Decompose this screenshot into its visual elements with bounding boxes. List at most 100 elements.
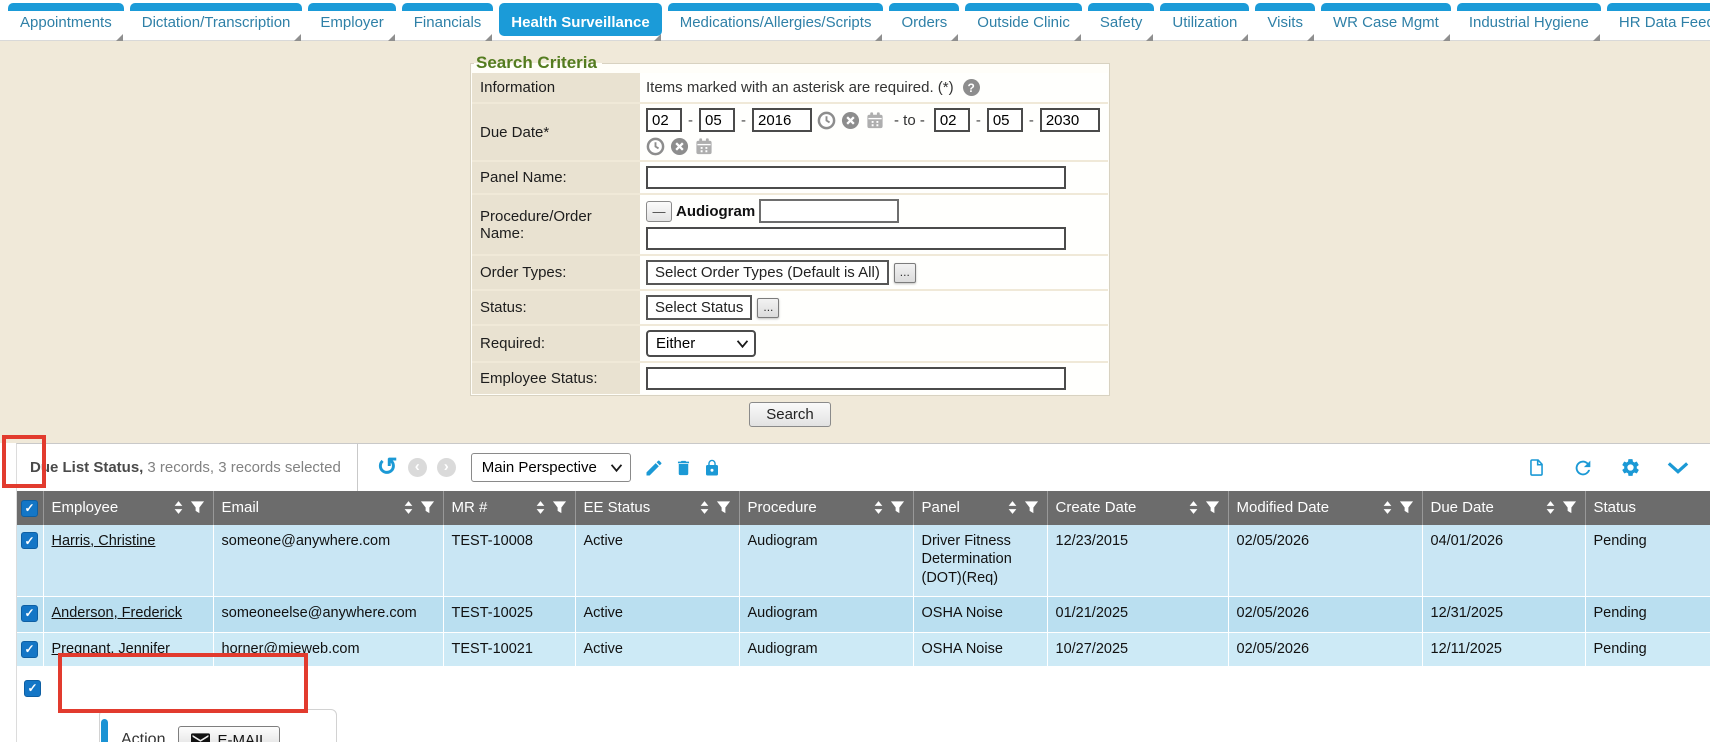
column-header-mr[interactable]: MR # bbox=[443, 491, 575, 525]
sort-icon[interactable] bbox=[699, 500, 710, 515]
tab-menu-fold-icon bbox=[294, 34, 301, 41]
tab-financials[interactable]: Financials bbox=[402, 3, 494, 36]
due-date-to-day-input[interactable] bbox=[987, 108, 1023, 132]
collapse-chevron-icon[interactable] bbox=[1667, 461, 1689, 475]
new-document-icon[interactable] bbox=[1527, 457, 1546, 478]
tab-employer[interactable]: Employer bbox=[308, 3, 395, 36]
gear-icon[interactable] bbox=[1620, 457, 1641, 478]
employee-link[interactable]: Harris, Christine bbox=[52, 533, 156, 549]
due-date-from-year-input[interactable] bbox=[752, 108, 812, 132]
tab-visits[interactable]: Visits bbox=[1255, 3, 1315, 36]
column-header-modified-date[interactable]: Modified Date bbox=[1228, 491, 1422, 525]
tab-medications-allergies-scripts[interactable]: Medications/Allergies/Scripts bbox=[668, 3, 884, 36]
column-header-status[interactable]: Status bbox=[1585, 491, 1710, 525]
panel-name-row: Panel Name: bbox=[472, 162, 1108, 195]
refresh-icon[interactable] bbox=[1572, 457, 1594, 479]
previous-perspective-icon[interactable]: ‹ bbox=[408, 458, 427, 477]
column-header-employee[interactable]: Employee bbox=[43, 491, 213, 525]
delete-perspective-icon[interactable] bbox=[674, 458, 693, 478]
due-list-title: Due List Status, bbox=[30, 459, 143, 476]
panel-name-input[interactable] bbox=[646, 166, 1066, 189]
modified-date-cell: 02/05/2026 bbox=[1228, 525, 1422, 597]
modified-date-cell: 02/05/2026 bbox=[1228, 633, 1422, 667]
column-header-panel[interactable]: Panel bbox=[913, 491, 1047, 525]
footer-select-checkbox[interactable]: ✓ bbox=[24, 680, 41, 697]
records-summary: 3 records, 3 records selected bbox=[147, 459, 340, 476]
next-perspective-icon[interactable]: › bbox=[437, 458, 456, 477]
employee-status-input[interactable] bbox=[646, 367, 1066, 390]
clock-icon[interactable] bbox=[817, 111, 836, 130]
sort-icon[interactable] bbox=[1382, 500, 1393, 515]
email-button[interactable]: E-MAIL bbox=[178, 726, 280, 742]
undo-icon[interactable]: ↺ bbox=[377, 455, 398, 480]
row-checkbox[interactable]: ✓ bbox=[21, 532, 38, 549]
tab-orders[interactable]: Orders bbox=[889, 3, 959, 36]
table-row: ✓ Harris, Christine someone@anywhere.com… bbox=[17, 525, 1710, 597]
edit-perspective-icon[interactable] bbox=[644, 458, 664, 478]
filter-funnel-icon[interactable] bbox=[190, 500, 205, 515]
clear-date-icon[interactable] bbox=[841, 111, 860, 130]
procedure-chip-input[interactable] bbox=[759, 199, 899, 223]
due-list-table: ✓ Employee Email MR # EE Status Procedur… bbox=[17, 491, 1710, 667]
tab-dictation-transcription[interactable]: Dictation/Transcription bbox=[130, 3, 303, 36]
row-checkbox[interactable]: ✓ bbox=[21, 641, 38, 658]
perspective-select[interactable]: Main Perspective bbox=[471, 453, 631, 482]
order-types-browse-button[interactable]: ... bbox=[894, 263, 916, 283]
tab-industrial-hygiene[interactable]: Industrial Hygiene bbox=[1457, 3, 1601, 36]
status-cell: Pending bbox=[1585, 597, 1710, 633]
column-header-due-date[interactable]: Due Date bbox=[1422, 491, 1585, 525]
tab-utilization[interactable]: Utilization bbox=[1160, 3, 1249, 36]
sort-icon[interactable] bbox=[403, 500, 414, 515]
filter-funnel-icon[interactable] bbox=[1399, 500, 1414, 515]
panel-cell: OSHA Noise bbox=[913, 597, 1047, 633]
due-date-to-year-input[interactable] bbox=[1040, 108, 1100, 132]
employee-link[interactable]: Pregnant, Jennifer bbox=[52, 641, 171, 657]
tab-hr-data-feed[interactable]: HR Data Feed bbox=[1607, 3, 1710, 36]
mr-cell: TEST-10008 bbox=[443, 525, 575, 597]
status-browse-button[interactable]: ... bbox=[757, 298, 779, 318]
sort-icon[interactable] bbox=[1007, 500, 1018, 515]
filter-funnel-icon[interactable] bbox=[1562, 500, 1577, 515]
column-header-procedure[interactable]: Procedure bbox=[739, 491, 913, 525]
sort-icon[interactable] bbox=[1545, 500, 1556, 515]
filter-funnel-icon[interactable] bbox=[420, 500, 435, 515]
due-date-from-month-input[interactable] bbox=[646, 108, 682, 132]
clear-date-icon[interactable] bbox=[670, 137, 689, 156]
filter-funnel-icon[interactable] bbox=[1205, 500, 1220, 515]
column-header-create-date[interactable]: Create Date bbox=[1047, 491, 1228, 525]
remove-procedure-button[interactable]: — bbox=[646, 201, 672, 222]
tab-outside-clinic[interactable]: Outside Clinic bbox=[965, 3, 1082, 36]
envelope-icon bbox=[191, 733, 210, 742]
help-icon[interactable]: ? bbox=[963, 79, 980, 96]
filter-funnel-icon[interactable] bbox=[890, 500, 905, 515]
column-header-email[interactable]: Email bbox=[213, 491, 443, 525]
search-button[interactable]: Search bbox=[749, 402, 831, 427]
status-value: Select Status bbox=[646, 295, 752, 320]
calendar-icon[interactable] bbox=[694, 137, 714, 156]
tab-wr-case-mgmt[interactable]: WR Case Mgmt bbox=[1321, 3, 1451, 36]
column-header-ee-status[interactable]: EE Status bbox=[575, 491, 739, 525]
due-date-to-month-input[interactable] bbox=[934, 108, 970, 132]
filter-funnel-icon[interactable] bbox=[1024, 500, 1039, 515]
lock-perspective-icon[interactable] bbox=[703, 458, 721, 478]
sort-icon[interactable] bbox=[873, 500, 884, 515]
filter-funnel-icon[interactable] bbox=[716, 500, 731, 515]
calendar-icon[interactable] bbox=[865, 111, 885, 130]
sort-icon[interactable] bbox=[1188, 500, 1199, 515]
tab-health-surveillance[interactable]: Health Surveillance bbox=[499, 3, 661, 36]
tab-appointments[interactable]: Appointments bbox=[8, 3, 124, 36]
clock-icon[interactable] bbox=[646, 137, 665, 156]
due-date-from-day-input[interactable] bbox=[699, 108, 735, 132]
tab-safety[interactable]: Safety bbox=[1088, 3, 1155, 36]
procedure-order-name-input[interactable] bbox=[646, 227, 1066, 250]
filter-funnel-icon[interactable] bbox=[552, 500, 567, 515]
search-criteria-section: Search Criteria Information Items marked… bbox=[470, 53, 1110, 427]
tab-menu-fold-icon bbox=[875, 34, 882, 41]
select-all-checkbox[interactable]: ✓ bbox=[21, 500, 38, 517]
required-select[interactable]: Either bbox=[646, 330, 756, 357]
row-checkbox[interactable]: ✓ bbox=[21, 605, 38, 622]
sort-icon[interactable] bbox=[535, 500, 546, 515]
sort-icon[interactable] bbox=[173, 500, 184, 515]
employee-link[interactable]: Anderson, Frederick bbox=[52, 605, 183, 621]
create-date-cell: 10/27/2025 bbox=[1047, 633, 1228, 667]
